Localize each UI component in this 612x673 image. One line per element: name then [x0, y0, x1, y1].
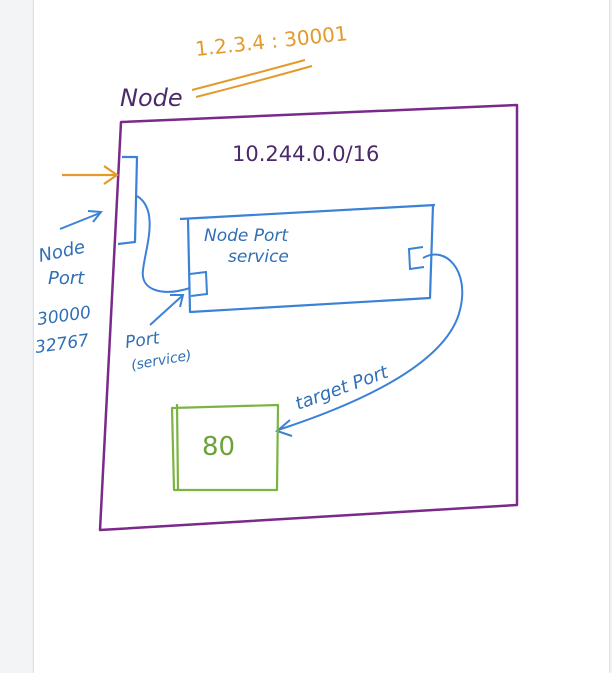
nodeport-label-line2: Port: [48, 268, 85, 289]
port-label-line2: (service): [130, 348, 193, 374]
nodeport-service-box: [179, 203, 436, 314]
incoming-traffic-arrow: [62, 165, 119, 185]
ip-underline-1: [191, 59, 306, 91]
node-box: [98, 103, 519, 532]
nodeport-range-start: 30000: [36, 303, 92, 330]
diagram-svg: Node 1.2.3.4 : 30001 10.244.0.0/16 Node …: [34, 21, 519, 532]
whiteboard-canvas: Node 1.2.3.4 : 30001 10.244.0.0/16 Node …: [0, 0, 612, 673]
service-port-slot: [189, 270, 209, 297]
pod-port-label: 80: [202, 432, 235, 462]
port-label-line1: Port: [124, 328, 162, 353]
cluster-cidr-label: 10.244.0.0/16: [232, 142, 379, 166]
port-service-arrow: [149, 294, 185, 326]
nodeport-label-line1: Node: [37, 237, 87, 267]
ip-underline-2: [195, 65, 313, 98]
nodeport-range-end: 32767: [34, 331, 91, 358]
service-label-line2: service: [228, 247, 289, 267]
nodeport-pointer-arrow: [59, 210, 103, 230]
nodeport-to-service-curve: [136, 195, 191, 293]
service-label-line1: Node Port: [204, 226, 289, 246]
target-port-slot: [407, 246, 425, 271]
node-label: Node: [120, 84, 183, 112]
node-ip-port-label: 1.2.3.4 : 30001: [194, 21, 349, 61]
nodeport-slot: [117, 155, 139, 246]
